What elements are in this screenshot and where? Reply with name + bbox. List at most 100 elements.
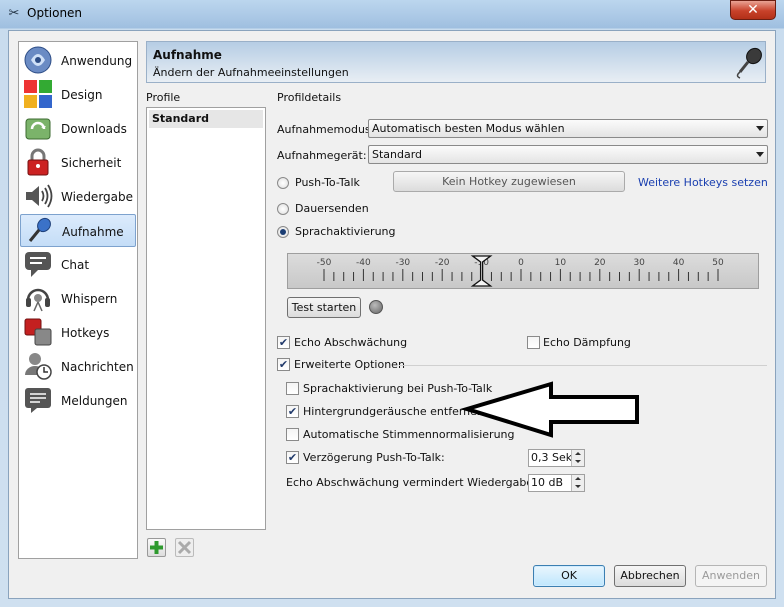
spin-down-icon[interactable] [571,458,584,466]
messages-icon [25,353,52,380]
hotkeys-icon [24,318,52,346]
sidebar-item-label: Anwendung [61,54,133,68]
checkmark-icon: ✔ [278,336,289,349]
spin-up-icon[interactable] [571,450,584,458]
checkmark-icon: ✔ [278,358,289,371]
microphone-icon [28,217,51,242]
sidebar-item-label: Sicherheit [61,156,122,170]
echo-reduction-checkbox[interactable]: ✔ [277,336,290,349]
activity-indicator-icon [369,300,383,314]
echo-reduce-playback-label: Echo Abschwächung vermindert Wiedergabe … [286,476,558,489]
options-window: ✂ Optionen ✕ Anwendung Design Downloads … [0,0,784,607]
checkmark-icon: ✔ [287,451,298,464]
delete-icon [177,540,192,555]
downloads-icon [25,118,51,140]
remove-background-noise-checkbox[interactable]: ✔ [286,405,299,418]
sidebar-item-aufnahme[interactable]: Aufnahme [20,214,136,247]
chevron-down-icon [756,152,764,157]
page-title: Aufnahme [153,48,222,62]
echo-reduction-label: Echo Abschwächung [294,336,408,349]
sidebar-item-design[interactable]: Design [20,78,136,111]
assign-hotkey-button[interactable]: Kein Hotkey zugewiesen [393,171,625,192]
sidebar-item-anwendung[interactable]: Anwendung [20,44,136,77]
cancel-button[interactable]: Abbrechen [614,565,686,587]
sidebar-item-sicherheit[interactable]: Sicherheit [20,146,136,179]
ptt-delay-checkbox[interactable]: ✔ [286,451,299,464]
sidebar-item-label: Nachrichten [61,360,134,374]
sidebar-item-whispern[interactable]: Whispern [20,282,136,315]
sidebar-item-label: Hotkeys [61,326,110,340]
ptt-delay-spinbox[interactable]: 0,3 Sek [528,449,585,467]
spin-up-icon[interactable] [571,475,584,483]
sidebar-item-meldungen[interactable]: Meldungen [20,384,136,417]
sidebar-item-label: Downloads [61,122,127,136]
echo-damping-checkbox[interactable] [527,336,540,349]
sidebar-item-chat[interactable]: Chat [20,248,136,281]
application-icon [24,46,52,74]
advanced-options-checkbox[interactable]: ✔ [277,358,290,371]
profiles-label: Profile [146,91,181,104]
recording-mode-label: Aufnahmemodus: [277,123,375,136]
sidebar-item-label: Wiedergabe [61,190,134,204]
microphone-icon [736,47,762,79]
more-hotkeys-link[interactable]: Weitere Hotkeys setzen [638,176,768,189]
recording-mode-select[interactable]: Automatisch besten Modus wählen [368,119,768,138]
advanced-options-label: Erweiterte Optionen [294,358,405,371]
category-sidebar: Anwendung Design Downloads Sicherheit Wi… [18,41,138,559]
remove-profile-button[interactable] [175,538,194,557]
slider-track [323,255,719,287]
ok-button[interactable]: OK [533,565,605,587]
sidebar-item-hotkeys[interactable]: Hotkeys [20,316,136,349]
window-title: Optionen [27,6,83,20]
profile-item-standard[interactable]: Standard [149,110,263,128]
apply-button[interactable]: Anwenden [695,565,767,587]
va-push-to-talk-checkbox[interactable] [286,382,299,395]
echo-reduce-playback-value: 10 dB [531,476,564,489]
add-profile-button[interactable] [147,538,166,557]
chevron-down-icon [756,126,764,131]
test-start-button[interactable]: Test starten [287,297,361,318]
annotation-arrow-icon [460,381,639,438]
sidebar-item-wiedergabe[interactable]: Wiedergabe [20,180,136,213]
echo-damping-label: Echo Dämpfung [543,336,631,349]
push-to-talk-radio[interactable] [277,177,289,189]
continuous-transmit-label: Dauersenden [295,202,369,215]
speaker-icon [26,184,53,208]
profile-list[interactable]: Standard [146,107,266,530]
checkmark-icon: ✔ [287,405,298,418]
profile-details-label: Profildetails [277,91,342,104]
chat-icon [25,252,51,277]
plus-icon [150,541,163,554]
sidebar-item-label: Design [61,88,103,102]
close-button[interactable]: ✕ [730,0,776,20]
sidebar-item-label: Meldungen [61,394,128,408]
dialog-body: Anwendung Design Downloads Sicherheit Wi… [8,30,776,599]
title-bar[interactable]: ✂ Optionen ✕ [0,0,784,28]
headset-icon [26,288,50,312]
page-header: Aufnahme Ändern der Aufnahmeeinstellunge… [146,41,766,83]
design-icon [24,80,52,108]
recording-device-label: Aufnahmegerät: [277,149,367,162]
push-to-talk-label: Push-To-Talk [295,176,360,189]
spin-down-icon[interactable] [571,483,584,491]
sidebar-item-label: Whispern [61,292,118,306]
recording-device-value: Standard [372,148,423,161]
sidebar-item-label: Chat [61,258,90,272]
voice-normalization-checkbox[interactable] [286,428,299,441]
slider-thumb[interactable] [470,255,493,287]
voice-activation-label: Sprachaktivierung [295,225,396,238]
group-divider [399,365,767,366]
recording-device-select[interactable]: Standard [368,145,768,164]
sidebar-item-label: Aufnahme [62,225,124,239]
remove-background-noise-label: Hintergrundgeräusche entfernen [303,405,484,418]
echo-reduce-playback-spinbox[interactable]: 10 dB [528,474,585,492]
sidebar-item-nachrichten[interactable]: Nachrichten [20,350,136,383]
sidebar-item-downloads[interactable]: Downloads [20,112,136,145]
page-subtitle: Ändern der Aufnahmeeinstellungen [153,66,349,79]
lock-icon [27,148,49,176]
ptt-delay-label: Verzögerung Push-To-Talk: [303,451,445,464]
continuous-transmit-radio[interactable] [277,203,289,215]
notifications-icon [25,388,51,413]
voice-activation-level-slider[interactable]: -50-40-30-20-1001020304050 [287,253,759,289]
voice-activation-radio[interactable] [277,226,289,238]
